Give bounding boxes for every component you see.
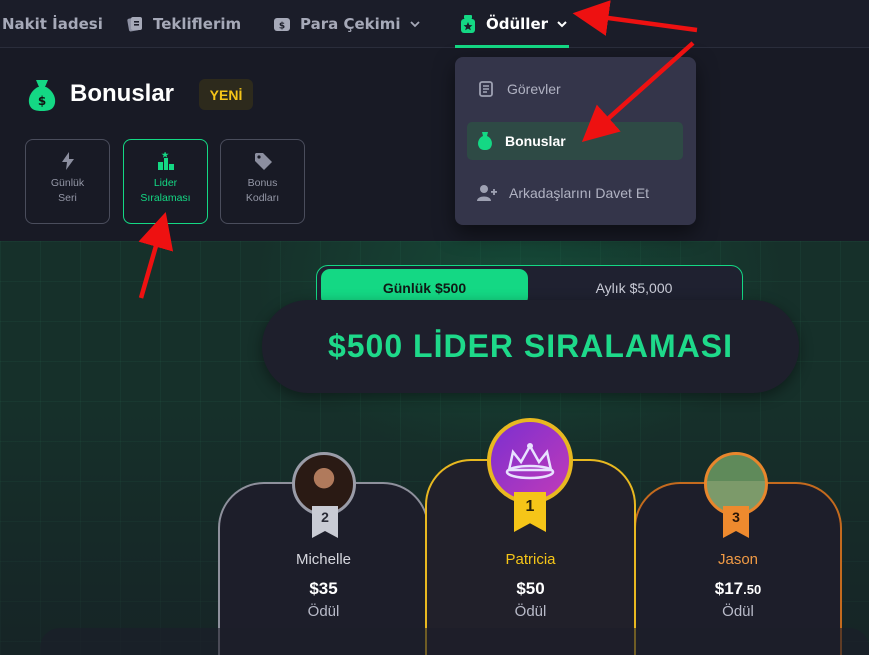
tile-label-line1: Günlük <box>50 177 85 189</box>
player-name: Michelle <box>295 551 352 568</box>
dropdown-item-label: Arkadaşlarını Davet Et <box>509 185 650 201</box>
svg-text:$: $ <box>279 22 285 32</box>
tab-bonus-codes[interactable]: Bonus Kodları <box>220 139 305 224</box>
tile-label-line2: Sıralaması <box>140 192 191 204</box>
money-bag-icon <box>478 132 492 150</box>
nav-offers-label: Tekliflerim <box>153 15 242 33</box>
prize-label: Ödül <box>722 603 754 620</box>
player-name: Patricia <box>505 551 556 568</box>
prize-amount: $50 <box>516 579 545 598</box>
prize-amount: $35 <box>309 579 338 598</box>
dropdown-item-label: Bonuslar <box>505 133 566 149</box>
nav-offers[interactable]: Tekliflerim <box>125 0 241 48</box>
wallet-icon: $ <box>274 18 290 32</box>
dropdown-item-invite-friends[interactable]: Arkadaşlarını Davet Et <box>467 174 683 212</box>
tile-label-line2: Seri <box>58 192 77 204</box>
leaderboard-title: $500 LİDER SIRALAMASI <box>327 328 734 364</box>
chevron-down-icon <box>557 21 567 28</box>
new-badge: YENİ <box>199 79 253 110</box>
prize-amount-main: $17 <box>714 579 744 598</box>
avatar-patricia <box>487 418 573 504</box>
nav-cashback[interactable]: Nakit İadesi <box>2 0 103 48</box>
leaderboard-banner: $500 LİDER SIRALAMASI <box>262 300 799 393</box>
dropdown-item-label: Görevler <box>507 81 561 97</box>
prize-label: Ödül <box>307 603 340 620</box>
offers-icon <box>127 17 142 32</box>
dropdown-item-bonuses[interactable]: Bonuslar <box>467 122 683 160</box>
tiara-icon <box>505 443 555 480</box>
lightning-icon <box>61 152 74 170</box>
dropdown-item-tasks[interactable]: Görevler <box>467 70 683 108</box>
player-name: Jason <box>717 551 759 568</box>
prize-label: Ödül <box>514 603 547 620</box>
nav-cashback-label: Nakit İadesi <box>2 15 103 33</box>
page-title: Bonuslar <box>70 80 175 107</box>
money-bag-icon: $ <box>28 80 56 111</box>
bottom-list-edge <box>40 628 869 655</box>
nav-withdraw[interactable]: $ Para Çekimi <box>272 0 421 48</box>
svg-text:$: $ <box>38 94 46 108</box>
top-nav: Nakit İadesi Tekliflerim $ Para Çekimi Ö… <box>0 0 869 48</box>
nav-withdraw-label: Para Çekimi <box>300 15 401 33</box>
scroll-icon <box>479 81 493 97</box>
tile-label-line1: Lider <box>153 177 178 189</box>
tile-label-line1: Bonus <box>247 177 278 189</box>
nav-rewards-label: Ödüller <box>486 15 549 33</box>
reward-badge-icon <box>461 15 475 33</box>
prize-amount: $17.50 <box>636 579 840 599</box>
rewards-dropdown: Görevler Bonuslar Arkadaşlarını Davet Et <box>455 57 696 225</box>
tile-label-line2: Kodları <box>245 192 280 204</box>
tag-icon <box>254 153 272 170</box>
nav-rewards[interactable]: Ödüller <box>458 0 568 48</box>
podium-icon <box>157 152 174 170</box>
tab-daily-streak[interactable]: Günlük Seri <box>25 139 110 224</box>
chevron-down-icon <box>409 21 420 28</box>
tab-leaderboard[interactable]: Lider Sıralaması <box>123 139 208 224</box>
add-user-icon <box>477 185 497 201</box>
prize-amount-cents: .50 <box>743 582 762 597</box>
